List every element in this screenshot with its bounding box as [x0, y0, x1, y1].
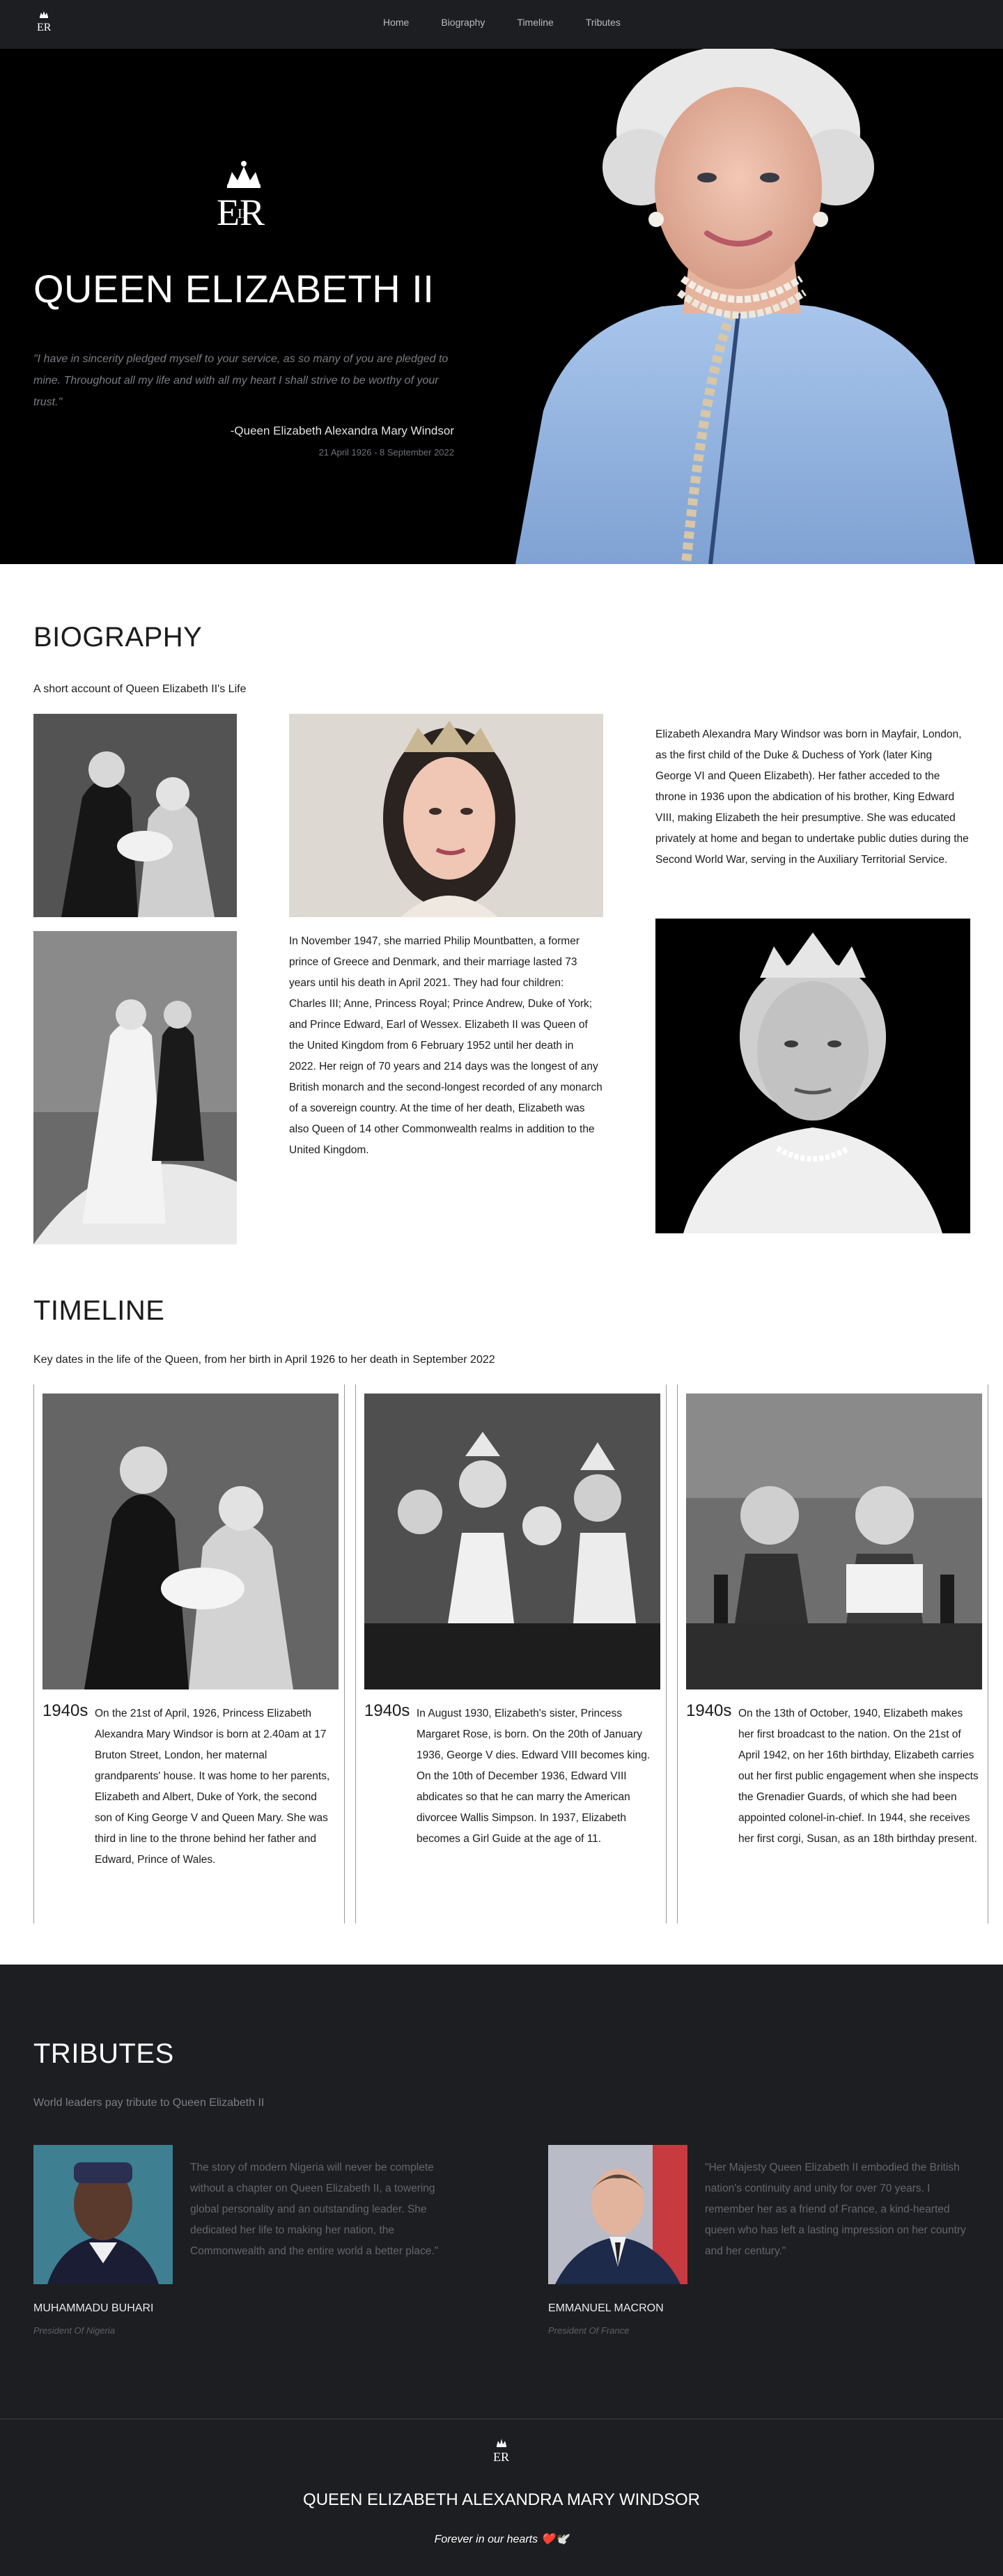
nav-biography-link[interactable]: Biography	[441, 17, 485, 28]
footer-name: QUEEN ELIZABETH ALEXANDRA MARY WINDSOR	[303, 2490, 700, 2509]
timeline-decade: 1940s	[686, 1701, 732, 1720]
tribute-name: EMMANUEL MACRON	[548, 2302, 664, 2314]
timeline-title: TIMELINE	[33, 1295, 165, 1326]
macron-photo	[548, 2145, 687, 2284]
timeline-text: In August 1930, Elizabeth's sister, Prin…	[417, 1708, 651, 1845]
nav-tributes-link[interactable]: Tributes	[586, 17, 621, 28]
royal-cypher-footer-icon: ER	[490, 2437, 513, 2468]
heart-dove-icon: ❤️🕊️	[541, 2534, 569, 2545]
hero-author: -Queen Elizabeth Alexandra Mary Windsor	[230, 424, 454, 437]
nav-timeline-link[interactable]: Timeline	[517, 17, 553, 28]
queen-portrait-image	[502, 45, 975, 564]
timeline-subtitle: Key dates in the life of the Queen, from…	[33, 1354, 495, 1366]
timeline-photo-christening	[42, 1394, 339, 1689]
svg-text:ER: ER	[37, 22, 52, 33]
hero-quote: "I have in sincerity pledged myself to y…	[33, 353, 449, 408]
svg-text:ER: ER	[493, 2450, 509, 2464]
tribute-role: President Of France	[548, 2325, 630, 2336]
tributes-title: TRIBUTES	[33, 2038, 174, 2069]
timeline-card: 1940s On the 13th of October, 1940, Eliz…	[677, 1384, 988, 1923]
tribute-role: President Of Nigeria	[33, 2325, 116, 2336]
nav-links: Home Biography Timeline Tributes	[383, 17, 653, 28]
tribute-quote: The story of modern Nigeria will never b…	[190, 2162, 439, 2257]
timeline-photo-first-broadcast	[686, 1394, 982, 1689]
timeline-text: On the 13th of October, 1940, Elizabeth …	[738, 1708, 979, 1845]
timeline-decade: 1940s	[42, 1701, 88, 1720]
buhari-photo	[33, 2145, 173, 2284]
timeline-card: 1940s In August 1930, Elizabeth's sister…	[355, 1384, 667, 1923]
tribute-quote: "Her Majesty Queen Elizabeth II embodied…	[705, 2162, 966, 2257]
footer-tagline-row: Forever in our hearts ❤️🕊️	[0, 2532, 1003, 2546]
young-queen-portrait-photo	[289, 714, 603, 917]
biography-subtitle: A short account of Queen Elizabeth II's …	[33, 683, 247, 695]
biography-title: BIOGRAPHY	[33, 622, 203, 653]
queen-official-portrait-photo	[655, 919, 970, 1233]
timeline-photo-coronation-balcony	[364, 1394, 660, 1689]
biography-paragraph-2: In November 1947, she married Philip Mou…	[289, 935, 602, 1156]
hero-dates: 21 April 1926 - 8 September 2022	[318, 447, 454, 458]
site-footer: ER QUEEN ELIZABETH ALEXANDRA MARY WINDSO…	[0, 2419, 1003, 2576]
tributes-subtitle: World leaders pay tribute to Queen Eliza…	[33, 2097, 265, 2109]
biography-paragraph-1: Elizabeth Alexandra Mary Windsor was bor…	[655, 728, 969, 866]
tributes-section: TRIBUTES World leaders pay tribute to Qu…	[0, 1965, 1003, 2419]
timeline-decade: 1940s	[364, 1701, 410, 1720]
timeline-card: 1940s On the 21st of April, 1926, Prince…	[33, 1384, 345, 1923]
nav-home-link[interactable]: Home	[383, 17, 409, 28]
hero-section: ER II QUEEN ELIZABETH II "I have in sinc…	[0, 0, 1003, 564]
top-nav: ER Home Biography Timeline Tributes	[0, 0, 1003, 49]
svg-text:II: II	[238, 206, 247, 221]
timeline-text: On the 21st of April, 1926, Princess Eli…	[95, 1708, 330, 1866]
tribute-name: MUHAMMADU BUHARI	[33, 2302, 154, 2314]
royal-wedding-photo	[33, 931, 237, 1244]
royal-cypher-logo-icon[interactable]: ER	[33, 10, 54, 38]
hero-title: QUEEN ELIZABETH II	[33, 267, 435, 311]
royal-cypher-crest-icon: ER II	[212, 157, 275, 233]
footer-tagline: Forever in our hearts	[434, 2534, 538, 2545]
royal-christening-photo	[33, 714, 237, 917]
